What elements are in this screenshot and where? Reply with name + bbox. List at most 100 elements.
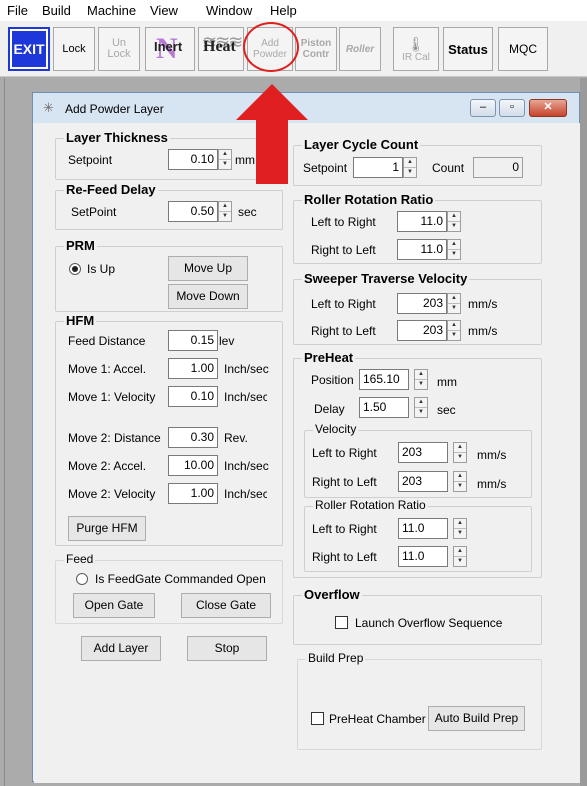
roller-ltr-spinner[interactable]: ▲ ▼ (447, 211, 461, 232)
move2-accel-input[interactable]: 10.00 (168, 455, 218, 476)
spin-up-icon[interactable]: ▲ (454, 547, 466, 556)
spin-up-icon[interactable]: ▲ (415, 370, 427, 379)
preheat-vel-rtl-spinner[interactable]: ▲ ▼ (453, 471, 467, 492)
spin-down-icon[interactable]: ▼ (219, 211, 231, 220)
preheat-delay-spinner[interactable]: ▲ ▼ (414, 397, 428, 418)
roller-button[interactable]: Roller (339, 27, 381, 71)
minimize-button[interactable]: – (470, 99, 496, 117)
move-down-button[interactable]: Move Down (168, 284, 248, 309)
red-arrow-icon (236, 84, 308, 184)
sweeper-ltr-spinner[interactable]: ▲ ▼ (447, 293, 461, 314)
preheat-vel-ltr-spinner[interactable]: ▲ ▼ (453, 442, 467, 463)
preheat-roller-ltr-spinner[interactable]: ▲ ▼ (453, 518, 467, 539)
sweeper-rtl-input[interactable]: 203 (397, 320, 447, 341)
workspace-scroll-edge (580, 78, 587, 786)
auto-build-prep-button[interactable]: Auto Build Prep (428, 706, 525, 731)
spin-up-icon[interactable]: ▲ (448, 294, 460, 303)
refeed-delay-spinner[interactable]: ▲ ▼ (218, 201, 232, 222)
feedgate-radio[interactable] (76, 573, 88, 585)
move1-accel-label: Move 1: Accel. (68, 362, 147, 376)
menu-view[interactable]: View (150, 3, 178, 18)
menu-help[interactable]: Help (270, 3, 297, 18)
spin-down-icon[interactable]: ▼ (415, 379, 427, 388)
spin-down-icon[interactable]: ▼ (404, 167, 416, 176)
menu-machine[interactable]: Machine (87, 3, 136, 18)
move2-distance-input[interactable]: 0.30 (168, 427, 218, 448)
move1-accel-input[interactable]: 1.00 (168, 358, 218, 379)
add-powder-dialog: ✳ Add Powder Layer – ▫ ✕ Layer Thickness… (32, 92, 580, 783)
preheat-position-spinner[interactable]: ▲ ▼ (414, 369, 428, 390)
spin-up-icon[interactable]: ▲ (454, 443, 466, 452)
preheat-delay-input[interactable]: 1.50 (359, 397, 409, 418)
spin-down-icon[interactable]: ▼ (448, 249, 460, 258)
unlock-button[interactable]: Un Lock (98, 27, 140, 71)
dialog-client: Layer Thickness Setpoint 0.10 ▲ ▼ mm Re-F… (34, 123, 580, 783)
spin-down-icon[interactable]: ▼ (448, 221, 460, 230)
preheat-vel-ltr-input[interactable]: 203 (398, 442, 448, 463)
sweeper-ltr-input[interactable]: 203 (397, 293, 447, 314)
menu-build[interactable]: Build (42, 3, 71, 18)
menu-window[interactable]: Window (206, 3, 252, 18)
exit-button[interactable]: EXIT (8, 27, 50, 71)
feed-distance-input[interactable]: 0.15 (168, 330, 218, 351)
preheat-roller-rtl-label: Right to Left (312, 550, 377, 564)
spin-up-icon[interactable]: ▲ (415, 398, 427, 407)
move2-velocity-input[interactable]: 1.00 (168, 483, 218, 504)
lock-button[interactable]: Lock (53, 27, 95, 71)
spin-down-icon[interactable]: ▼ (415, 407, 427, 416)
heat-button[interactable]: ≋≋≋ Heat (198, 27, 244, 71)
spin-down-icon[interactable]: ▼ (448, 330, 460, 339)
open-gate-button[interactable]: Open Gate (73, 593, 155, 618)
roller-ltr-input[interactable]: 11.0 (397, 211, 447, 232)
layer-thickness-spinner[interactable]: ▲ ▼ (218, 149, 232, 170)
feed-distance-label: Feed Distance (68, 334, 146, 348)
preheat-roller-ltr-input[interactable]: 11.0 (398, 518, 448, 539)
spin-down-icon[interactable]: ▼ (454, 481, 466, 490)
layer-cycle-spinner[interactable]: ▲ ▼ (403, 157, 417, 178)
preheat-vel-rtl-input[interactable]: 203 (398, 471, 448, 492)
spin-down-icon[interactable]: ▼ (454, 528, 466, 537)
move-up-button[interactable]: Move Up (168, 256, 248, 281)
spin-up-icon[interactable]: ▲ (219, 202, 231, 211)
layer-cycle-input[interactable]: 1 (353, 157, 403, 178)
preheat-chamber-checkbox[interactable] (311, 712, 324, 725)
move1-velocity-input[interactable]: 0.10 (168, 386, 218, 407)
roller-ltr-label: Left to Right (311, 215, 376, 229)
prm-is-up-radio[interactable] (69, 263, 81, 275)
piston-contr-button[interactable]: Piston Contr (295, 27, 337, 71)
close-gate-button[interactable]: Close Gate (181, 593, 271, 618)
ir-cal-button[interactable]: 🌡 IR Cal (393, 27, 439, 71)
menu-file[interactable]: File (7, 3, 28, 18)
stop-button[interactable]: Stop (187, 636, 267, 661)
heat-label: Heat (203, 38, 236, 55)
spin-up-icon[interactable]: ▲ (454, 519, 466, 528)
close-button[interactable]: ✕ (529, 99, 567, 117)
purge-hfm-button[interactable]: Purge HFM (68, 516, 146, 541)
preheat-roller-rtl-spinner[interactable]: ▲ ▼ (453, 546, 467, 567)
spin-up-icon[interactable]: ▲ (219, 150, 231, 159)
preheat-roller-rtl-input[interactable]: 11.0 (398, 546, 448, 567)
refeed-delay-title: Re-Feed Delay (64, 182, 158, 197)
spin-down-icon[interactable]: ▼ (219, 159, 231, 168)
maximize-button[interactable]: ▫ (499, 99, 525, 117)
launch-overflow-checkbox[interactable] (335, 616, 348, 629)
refeed-delay-input[interactable]: 0.50 (168, 201, 218, 222)
spin-up-icon[interactable]: ▲ (448, 321, 460, 330)
mqc-button[interactable]: MQC (498, 27, 548, 71)
add-layer-button[interactable]: Add Layer (81, 636, 161, 661)
layer-thickness-input[interactable]: 0.10 (168, 149, 218, 170)
roller-rtl-input[interactable]: 11.0 (397, 239, 447, 260)
spin-up-icon[interactable]: ▲ (448, 240, 460, 249)
spin-up-icon[interactable]: ▲ (454, 472, 466, 481)
sweeper-rtl-spinner[interactable]: ▲ ▼ (447, 320, 461, 341)
spin-down-icon[interactable]: ▼ (454, 452, 466, 461)
roller-rtl-spinner[interactable]: ▲ ▼ (447, 239, 461, 260)
preheat-position-input[interactable]: 165.10 (359, 369, 409, 390)
spin-down-icon[interactable]: ▼ (454, 556, 466, 565)
spin-up-icon[interactable]: ▲ (448, 212, 460, 221)
status-button[interactable]: Status (443, 27, 493, 71)
spin-up-icon[interactable]: ▲ (404, 158, 416, 167)
inert-button[interactable]: N Inert (145, 27, 195, 71)
spin-down-icon[interactable]: ▼ (448, 303, 460, 312)
thermometer-icon: 🌡 (407, 35, 425, 52)
